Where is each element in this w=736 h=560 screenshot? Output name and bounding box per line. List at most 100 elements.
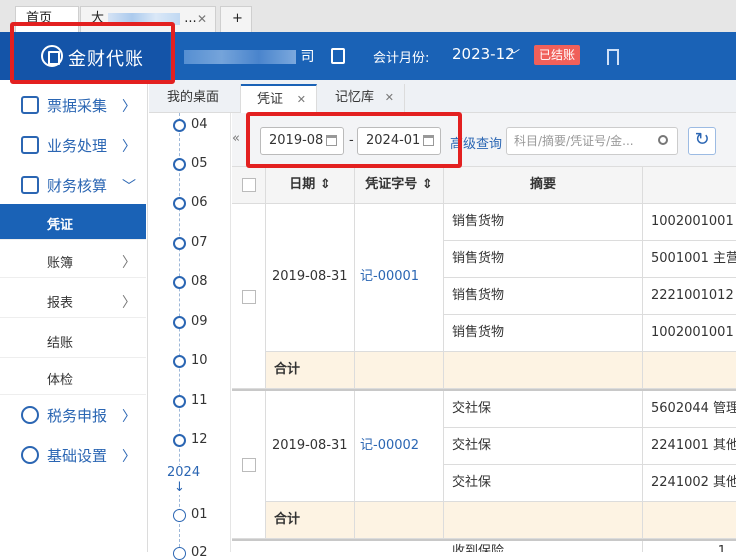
sidebar-item-close-books[interactable]: 结账	[0, 322, 146, 358]
company-name: 司	[184, 46, 314, 66]
browser-tab-current-label: 大	[91, 11, 105, 26]
search-icon[interactable]	[658, 135, 668, 145]
sidebar-item-label: 结账	[47, 336, 74, 351]
sidebar-item-ledger[interactable]: 账簿 〉	[0, 242, 146, 278]
row-select-cell	[232, 204, 266, 389]
sidebar-item-invoices[interactable]: 票据采集 〉	[0, 86, 146, 124]
row-checkbox[interactable]	[242, 458, 256, 472]
check-circle-icon	[173, 355, 186, 368]
sidebar-item-label: 凭证	[47, 218, 74, 233]
browser-tab-strip: 首页 大 ... ✕ +	[0, 0, 736, 32]
chevron-right-icon: 〉	[122, 295, 136, 311]
period-selector[interactable]: 2023-12	[452, 45, 515, 63]
browser-tab-current[interactable]: 大 ... ✕	[80, 6, 216, 32]
sidebar-item-voucher[interactable]: 凭证	[0, 204, 146, 240]
total-cell	[444, 502, 643, 539]
refresh-icon: ↻	[694, 129, 710, 150]
end-date-value: 2024-01	[366, 133, 421, 148]
entry-account: 5001001 主营	[643, 241, 736, 278]
sidebar: 票据采集 〉 业务处理 〉 财务核算 ﹀ 凭证 账簿 〉 报表 〉 结账 体检 …	[0, 80, 148, 552]
wallet-icon	[21, 176, 39, 194]
collapse-icon[interactable]: «	[232, 131, 240, 146]
sidebar-item-label: 基础设置	[47, 447, 108, 465]
column-header-voucher-no[interactable]: 凭证字号 ⇕	[355, 167, 444, 204]
entry-account: 2241002 其他应	[643, 465, 736, 502]
gear-icon	[21, 446, 39, 464]
row-checkbox[interactable]	[242, 290, 256, 304]
receipt-icon	[21, 96, 39, 114]
entry-summary: 销售货物	[444, 241, 643, 278]
brand-logo[interactable]: 金财代账	[0, 32, 170, 80]
search-input[interactable]: 科目/摘要/凭证号/金...	[506, 127, 678, 155]
chevron-right-icon: 〉	[122, 409, 136, 425]
status-badge: 已结账	[534, 45, 581, 65]
chevron-right-icon: 〉	[122, 99, 136, 115]
tab-voucher[interactable]: 凭证 ✕	[241, 84, 317, 113]
sidebar-item-label: 财务核算	[47, 177, 108, 195]
filter-bar: « 2019-08 - 2024-01 高级查询 科目/摘要/凭证号/金... …	[232, 113, 736, 167]
total-cell	[355, 502, 444, 539]
column-header-summary: 摘要	[444, 167, 643, 204]
advanced-query-link[interactable]: 高级查询	[450, 133, 502, 152]
voucher-number-link[interactable]: 记-00002	[355, 391, 444, 502]
chevron-right-icon: 〉	[122, 449, 136, 465]
new-tab-icon: +	[232, 11, 243, 26]
entry-account: 2221001012 应	[643, 278, 736, 315]
chevron-down-icon[interactable]: ﹀	[508, 46, 520, 63]
company-document-icon[interactable]	[331, 48, 345, 64]
new-tab-button[interactable]: +	[220, 6, 252, 32]
total-cell	[643, 352, 736, 389]
browser-tab-home[interactable]: 首页	[15, 6, 79, 32]
tab-memory[interactable]: 记忆库 ✕	[317, 84, 405, 113]
total-label: 合计	[266, 352, 355, 389]
entry-summary: 收到保险	[444, 541, 643, 552]
check-circle-icon	[173, 119, 186, 132]
start-date-picker[interactable]: 2019-08	[260, 127, 344, 155]
entry-summary: 销售货物	[444, 278, 643, 315]
check-circle-icon	[173, 237, 186, 250]
circle-icon	[173, 509, 186, 522]
check-circle-icon	[173, 276, 186, 289]
entry-summary: 销售货物	[444, 315, 643, 352]
entry-account: 1002001001 银	[643, 204, 736, 241]
refresh-button[interactable]: ↻	[688, 127, 716, 155]
tax-icon	[21, 406, 39, 424]
check-circle-icon	[173, 197, 186, 210]
calendar-icon	[326, 135, 337, 146]
entry-summary: 销售货物	[444, 204, 643, 241]
tab-label: 记忆库	[335, 90, 375, 105]
sidebar-item-label: 业务处理	[47, 137, 108, 155]
row-select-cell	[232, 391, 266, 539]
sidebar-item-checkup[interactable]: 体检	[0, 359, 146, 395]
voucher-number-link[interactable]: 记-00001	[355, 204, 444, 352]
close-icon[interactable]: ✕	[385, 84, 394, 111]
sidebar-item-label: 票据采集	[47, 97, 108, 115]
close-icon[interactable]: ✕	[297, 86, 306, 113]
end-date-picker[interactable]: 2024-01	[357, 127, 441, 155]
entry-summary: 交社保	[444, 391, 643, 428]
chevron-right-icon: 〉	[122, 255, 136, 271]
period-timeline: 04 05 06 07 08 09 10 11 12 2024 ↓ 01 02	[149, 113, 231, 560]
select-all-checkbox[interactable]	[242, 178, 256, 192]
sidebar-item-tax[interactable]: 税务申报 〉	[0, 396, 146, 434]
sidebar-item-accounting[interactable]: 财务核算 ﹀	[0, 166, 146, 204]
sidebar-item-settings[interactable]: 基础设置 〉	[0, 436, 146, 474]
total-cell	[643, 502, 736, 539]
sidebar-item-reports[interactable]: 报表 〉	[0, 282, 146, 318]
entry-summary: 交社保	[444, 428, 643, 465]
app-header: 金财代账 司 会计月份: 2023-12 ﹀ 已结账	[0, 32, 736, 80]
entry-account: 1002001001 银	[643, 315, 736, 352]
header-select-cell	[232, 167, 266, 204]
check-circle-icon	[173, 316, 186, 329]
sidebar-item-business[interactable]: 业务处理 〉	[0, 126, 146, 164]
column-header-account	[643, 167, 736, 204]
close-tab-icon[interactable]: ✕	[197, 7, 207, 31]
sidebar-item-label: 体检	[47, 373, 74, 388]
arrow-down-icon: ↓	[174, 480, 185, 495]
bookmark-icon[interactable]	[607, 49, 619, 65]
tab-desktop[interactable]: 我的桌面	[149, 84, 241, 113]
check-circle-icon	[173, 158, 186, 171]
chevron-right-icon: 〉	[122, 139, 136, 155]
tab-label: 我的桌面	[167, 90, 220, 105]
column-header-date[interactable]: 日期 ⇕	[266, 167, 355, 204]
